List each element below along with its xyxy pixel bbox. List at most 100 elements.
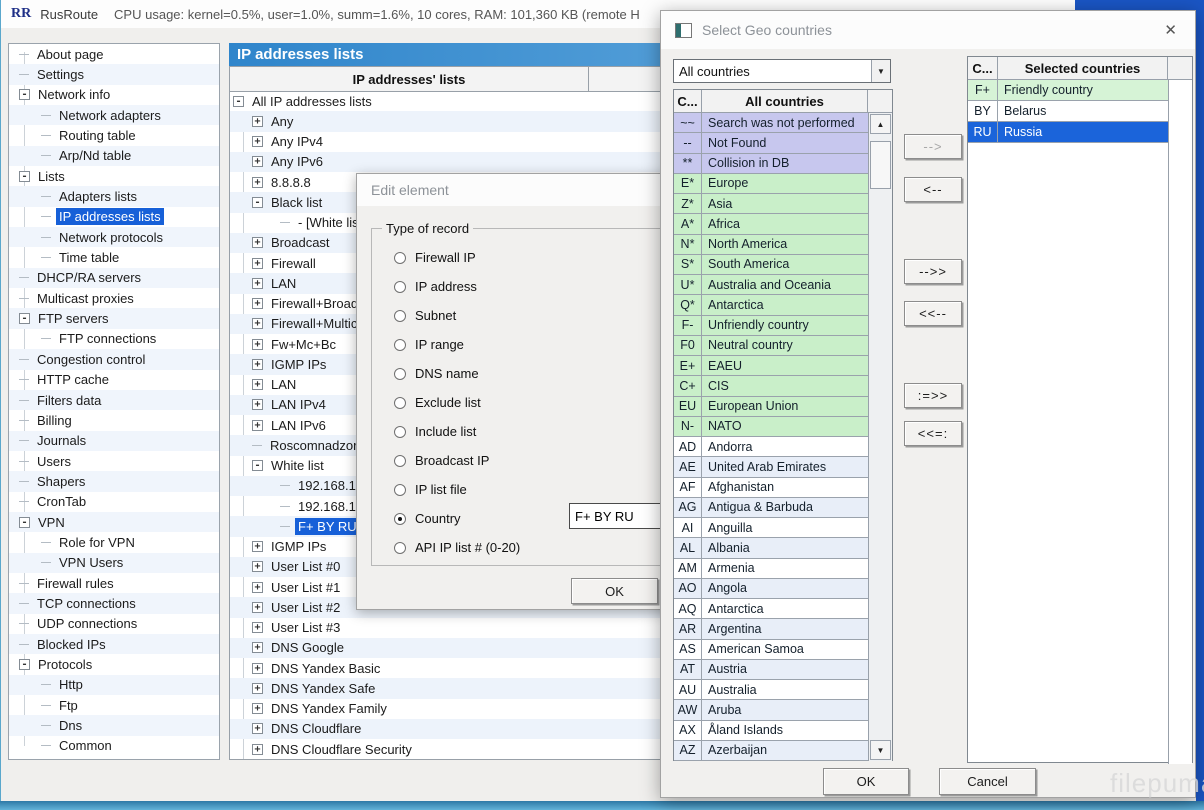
all-countries-column-header[interactable]: All countries (702, 90, 868, 112)
radio-icon[interactable] (394, 252, 406, 264)
expander-icon[interactable]: + (252, 703, 263, 714)
country-row[interactable]: BY Belarus (968, 101, 1168, 122)
radio-icon[interactable] (394, 426, 406, 438)
expander-icon[interactable] (280, 485, 290, 486)
country-filter-select[interactable]: All countries ▼ (673, 59, 891, 83)
expander-icon[interactable] (41, 115, 51, 116)
country-row[interactable]: AT Austria (674, 660, 868, 680)
radio-icon[interactable] (394, 339, 406, 351)
radio-icon[interactable] (394, 455, 406, 467)
country-row[interactable]: E+ EAEU (674, 356, 868, 376)
sidebar-item[interactable]: Filters data (9, 390, 219, 410)
chevron-down-icon[interactable]: ▼ (871, 60, 890, 82)
expander-icon[interactable] (19, 359, 29, 360)
country-row[interactable]: U* Australia and Oceania (674, 275, 868, 295)
expander-icon[interactable] (19, 623, 29, 624)
transfer-button[interactable]: <<=: (904, 421, 962, 446)
expander-icon[interactable]: + (252, 683, 263, 694)
sidebar-item[interactable]: - FTP servers (9, 308, 219, 328)
transfer-button[interactable]: <-- (904, 177, 962, 202)
expander-icon[interactable] (19, 603, 29, 604)
expander-icon[interactable]: + (252, 399, 263, 410)
sidebar-item[interactable]: Dns (9, 715, 219, 735)
sidebar-item[interactable]: HTTP cache (9, 370, 219, 390)
expander-icon[interactable]: - (19, 517, 30, 528)
country-row[interactable]: AG Antigua & Barbuda (674, 498, 868, 518)
expander-icon[interactable] (41, 155, 51, 156)
expander-icon[interactable] (280, 222, 290, 223)
expander-icon[interactable]: + (252, 359, 263, 370)
expander-icon[interactable]: + (252, 379, 263, 390)
expander-icon[interactable] (41, 216, 51, 217)
expander-icon[interactable] (41, 562, 51, 563)
sidebar-item[interactable]: Role for VPN (9, 532, 219, 552)
expander-icon[interactable]: + (252, 258, 263, 269)
expander-icon[interactable] (19, 481, 29, 482)
expander-icon[interactable]: + (252, 116, 263, 127)
sidebar-item[interactable]: - Lists (9, 166, 219, 186)
scroll-up-icon[interactable]: ▲ (870, 114, 891, 134)
radio-icon[interactable] (394, 281, 406, 293)
sidebar-item[interactable]: Firewall rules (9, 573, 219, 593)
expander-icon[interactable] (41, 745, 51, 746)
sidebar-item[interactable]: Multicast proxies (9, 288, 219, 308)
country-row[interactable]: Z* Asia (674, 194, 868, 214)
expander-icon[interactable] (41, 684, 51, 685)
sidebar-item[interactable]: Blocked IPs (9, 634, 219, 654)
expander-icon[interactable] (280, 526, 290, 527)
country-row[interactable]: AS American Samoa (674, 640, 868, 660)
radio-icon[interactable] (394, 368, 406, 380)
expander-icon[interactable]: + (252, 723, 263, 734)
country-row[interactable]: C+ CIS (674, 376, 868, 396)
expander-icon[interactable] (19, 379, 29, 380)
expander-icon[interactable]: + (252, 177, 263, 188)
expander-icon[interactable]: + (252, 642, 263, 653)
expander-icon[interactable]: + (252, 744, 263, 755)
country-row[interactable]: AX Åland Islands (674, 721, 868, 741)
sidebar-item[interactable]: Http (9, 675, 219, 695)
expander-icon[interactable]: + (252, 136, 263, 147)
sidebar-item[interactable]: Common (9, 736, 219, 756)
transfer-button[interactable]: --> (904, 134, 962, 159)
sidebar-item[interactable]: TCP connections (9, 593, 219, 613)
sidebar-item[interactable]: Routing table (9, 125, 219, 145)
sidebar-item[interactable]: VPN Users (9, 553, 219, 573)
sidebar-item[interactable]: Billing (9, 410, 219, 430)
expander-icon[interactable] (19, 644, 29, 645)
sidebar-item[interactable]: CronTab (9, 492, 219, 512)
radio-icon[interactable] (394, 542, 406, 554)
expander-icon[interactable] (19, 583, 29, 584)
country-row[interactable]: AE United Arab Emirates (674, 457, 868, 477)
country-row[interactable]: AL Albania (674, 538, 868, 558)
expander-icon[interactable] (19, 74, 29, 75)
column-header-ip-lists[interactable]: IP addresses' lists (230, 67, 589, 91)
expander-icon[interactable]: - (19, 89, 30, 100)
expander-icon[interactable] (19, 440, 29, 441)
sidebar-item[interactable]: Ftp (9, 695, 219, 715)
expander-icon[interactable] (41, 196, 51, 197)
sidebar-item[interactable]: - Network info (9, 85, 219, 105)
country-row[interactable]: ** Collision in DB (674, 154, 868, 174)
country-row[interactable]: AO Angola (674, 579, 868, 599)
sidebar-item[interactable]: Arp/Nd table (9, 146, 219, 166)
expander-icon[interactable] (41, 705, 51, 706)
country-row[interactable]: F0 Neutral country (674, 336, 868, 356)
country-row[interactable]: N* North America (674, 235, 868, 255)
expander-icon[interactable]: - (19, 171, 30, 182)
expander-icon[interactable] (41, 237, 51, 238)
country-row[interactable]: E* Europe (674, 174, 868, 194)
expander-icon[interactable] (41, 135, 51, 136)
expander-icon[interactable]: + (252, 339, 263, 350)
expander-icon[interactable]: - (19, 659, 30, 670)
expander-icon[interactable]: + (252, 298, 263, 309)
country-row[interactable]: AQ Antarctica (674, 599, 868, 619)
expander-icon[interactable]: - (233, 96, 244, 107)
transfer-button[interactable]: <<-- (904, 301, 962, 326)
expander-icon[interactable]: - (252, 197, 263, 208)
expander-icon[interactable] (19, 54, 29, 55)
country-row[interactable]: AM Armenia (674, 559, 868, 579)
expander-icon[interactable]: + (252, 237, 263, 248)
sidebar-item[interactable]: Network adapters (9, 105, 219, 125)
sidebar-item[interactable]: FTP connections (9, 329, 219, 349)
expander-icon[interactable]: + (252, 622, 263, 633)
